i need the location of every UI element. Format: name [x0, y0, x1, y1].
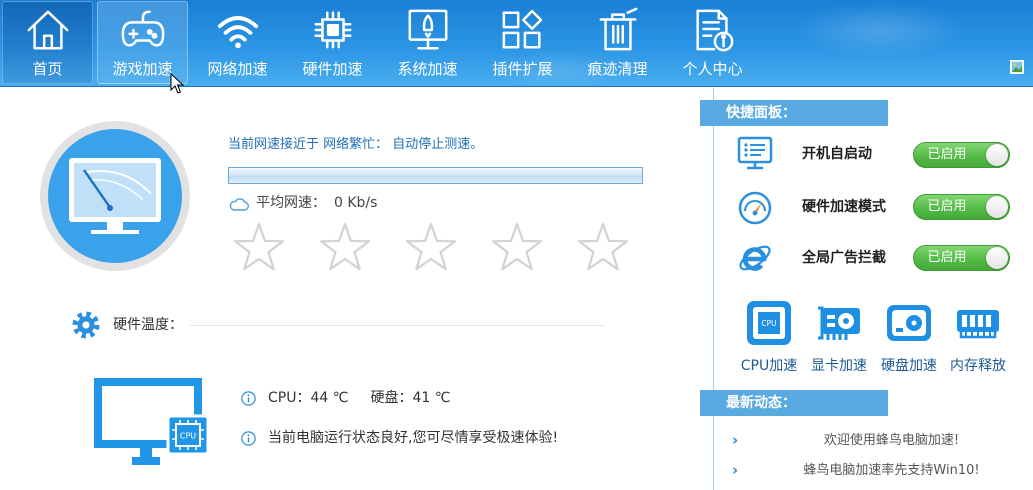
- disk-temp-label: 硬盘：: [370, 390, 413, 406]
- average-speed-label: 平均网速：: [256, 195, 326, 211]
- news-item[interactable]: 蜂鸟电脑加速率先支持Win10!: [750, 462, 1033, 480]
- tool-label: 硬盘加速: [881, 358, 937, 374]
- speed-monitor-icon: [39, 120, 191, 272]
- ad-block-label: 全局广告拦截: [802, 250, 886, 266]
- computer-cpu-icon: CPU: [94, 375, 216, 467]
- nav-label: 插件扩展: [492, 60, 553, 78]
- toggle-state-label: 已启用: [927, 250, 967, 265]
- skin-icon[interactable]: [1010, 59, 1024, 74]
- toggle-knob: [986, 247, 1008, 269]
- nav-item-plugins[interactable]: 插件扩展: [475, 0, 570, 87]
- startup-label: 开机自启动: [802, 146, 872, 162]
- chip-icon: [310, 7, 356, 53]
- tool-label: 内存释放: [950, 358, 1006, 374]
- ie-browser-icon: [737, 240, 773, 276]
- cloud-icon: [229, 196, 249, 211]
- nav-item-home[interactable]: 首页: [0, 0, 95, 87]
- nav-label: 首页: [32, 60, 63, 78]
- speedometer-icon: [737, 189, 773, 225]
- news-header: 最新动态：: [700, 390, 888, 416]
- profile-document-icon: [690, 7, 736, 53]
- home-icon: [25, 7, 71, 53]
- cpu-temp-label: CPU：: [268, 390, 311, 406]
- startup-list-icon: [737, 136, 773, 172]
- nav-label: 硬件加速: [302, 60, 363, 78]
- hard-disk-icon: [887, 305, 931, 341]
- temperature-info: CPU： 44 ℃ 硬盘： 41 ℃: [241, 389, 450, 407]
- cpu-icon-text: CPU: [761, 319, 776, 328]
- average-speed: 平均网速： 0 Kb/s: [256, 194, 377, 212]
- rating-star: [577, 222, 629, 271]
- nav-label: 网络加速: [207, 60, 268, 78]
- rocket-monitor-icon: [405, 7, 451, 53]
- nav-item-personal-center[interactable]: 个人中心: [665, 0, 760, 87]
- cpu-temp-value: 44 ℃: [310, 390, 349, 406]
- tool-label: CPU加速: [740, 358, 798, 374]
- disk-boost-tool[interactable]: 硬盘加速: [874, 300, 944, 380]
- graphics-card-icon: [818, 306, 860, 340]
- info-icon: [241, 430, 256, 446]
- startup-toggle[interactable]: 已启用: [913, 142, 1010, 168]
- gpu-boost-tool[interactable]: 显卡加速: [804, 300, 874, 380]
- nav-label: 痕迹清理: [587, 60, 648, 78]
- nav-item-network-boost[interactable]: 网络加速: [190, 0, 285, 87]
- plugin-grid-icon: [500, 7, 546, 53]
- hardware-temperature-title: 硬件温度：: [113, 317, 183, 333]
- mouse-cursor: [170, 72, 185, 95]
- rating-star: [233, 222, 285, 271]
- toggle-state-label: 已启用: [927, 199, 967, 214]
- toggle-knob: [986, 144, 1008, 166]
- memory-icon: [957, 310, 999, 339]
- rating-star: [491, 222, 543, 271]
- rating-star: [405, 222, 457, 271]
- hardware-mode-label: 硬件加速模式: [802, 199, 886, 215]
- chevron-right-icon: ›: [732, 461, 739, 479]
- nav-item-trace-cleanup[interactable]: 痕迹清理: [570, 0, 665, 87]
- cpu-icon: CPU: [747, 301, 791, 345]
- disk-temp-value: 41 ℃: [412, 390, 451, 406]
- hardware-mode-toggle[interactable]: 已启用: [913, 194, 1010, 220]
- cpu-badge-text: CPU: [180, 432, 196, 441]
- toggle-state-label: 已启用: [927, 147, 967, 162]
- nav-label: 个人中心: [682, 60, 743, 78]
- speed-rating: [232, 222, 630, 274]
- memory-release-tool[interactable]: 内存释放: [943, 300, 1013, 380]
- system-status-info: 当前电脑运行状态良好,您可尽情享受极速体验!: [241, 429, 558, 447]
- ad-block-toggle[interactable]: 已启用: [913, 245, 1010, 271]
- rating-star: [319, 222, 371, 271]
- wifi-icon: [215, 7, 261, 53]
- nav-item-hardware-boost[interactable]: 硬件加速: [285, 0, 380, 87]
- average-speed-value: 0 Kb/s: [334, 195, 378, 211]
- info-icon: [241, 390, 256, 406]
- gamepad-icon: [120, 7, 166, 53]
- chevron-right-icon: ›: [732, 431, 739, 449]
- gear-icon: [72, 311, 100, 339]
- quick-panel-header: 快捷面板：: [700, 100, 888, 126]
- tool-label: 显卡加速: [811, 358, 867, 374]
- speed-progress-bar: [228, 167, 643, 184]
- top-navigation-bar: 首页 游戏加速 网络加速 硬件加速 系统加速 插件扩展 痕迹清理 个人中心: [0, 0, 1033, 87]
- system-status-text: 当前电脑运行状态良好,您可尽情享受极速体验!: [268, 430, 559, 446]
- cpu-boost-tool[interactable]: CPU CPU加速: [734, 300, 804, 380]
- panel-separator: [713, 88, 714, 490]
- section-divider: [190, 325, 605, 326]
- speed-status-text: 当前网速接近于 网络繁忙： 自动停止测速。: [228, 137, 484, 152]
- trash-icon: [595, 7, 641, 53]
- nav-label: 系统加速: [397, 60, 458, 78]
- nav-item-system-boost[interactable]: 系统加速: [380, 0, 475, 87]
- news-item[interactable]: 欢迎使用蜂鸟电脑加速!: [750, 432, 1033, 450]
- toggle-knob: [986, 196, 1008, 218]
